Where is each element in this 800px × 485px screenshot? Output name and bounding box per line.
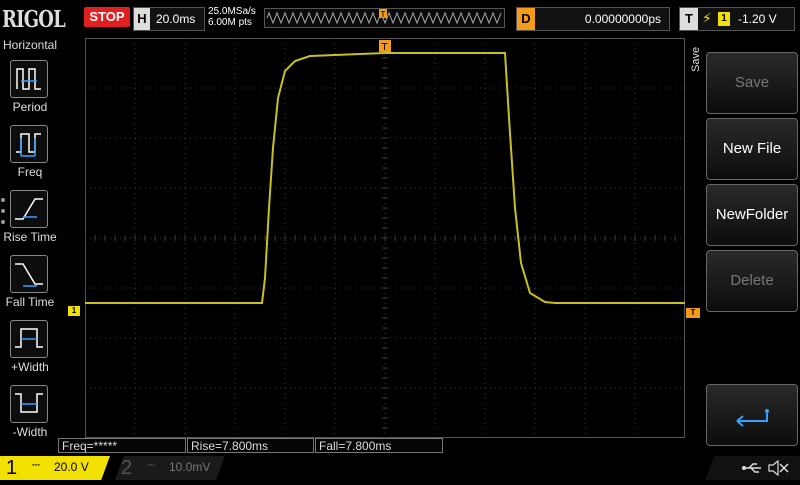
- positive-width-label: +Width: [11, 360, 49, 374]
- measurement-fall: Fall=7.800ms: [315, 438, 443, 453]
- new-folder-button[interactable]: NewFolder: [706, 184, 798, 246]
- menu-page-indicator: [1, 198, 7, 231]
- delay-display[interactable]: D 0.00000000ps: [516, 7, 670, 31]
- save-button[interactable]: Save: [706, 52, 798, 114]
- rise-time-icon: [10, 190, 48, 228]
- channel1-status[interactable]: 1 ⎓ 20.0 V: [0, 456, 110, 480]
- menu-title: Horizontal: [2, 38, 58, 52]
- rise-time-label: Rise Time: [3, 230, 57, 244]
- channel2-status[interactable]: 2 ⎓ 10.0mV: [115, 456, 225, 480]
- graticule: T: [84, 37, 686, 439]
- fall-time-label: Fall Time: [5, 295, 55, 309]
- frequency-icon: [10, 125, 48, 163]
- usb-icon: [742, 463, 761, 473]
- save-menu: Save Save New File NewFolder Delete: [690, 36, 800, 456]
- waveform-overview-icon: T: [266, 9, 502, 25]
- measure-frequency[interactable]: Freq: [0, 125, 60, 187]
- period-label: Period: [12, 100, 48, 114]
- new-file-button[interactable]: New File: [706, 118, 798, 180]
- negative-width-icon: [10, 385, 48, 423]
- delay-label: D: [517, 8, 535, 30]
- run-stop-indicator[interactable]: STOP: [84, 7, 130, 27]
- sample-rate: 25.0MSa/s: [208, 6, 256, 17]
- trigger-label: T: [680, 8, 698, 30]
- frequency-label: Freq: [17, 165, 43, 179]
- channel1-number: 1: [6, 457, 18, 479]
- trigger-source: 1: [718, 12, 730, 26]
- channel2-number: 2: [121, 457, 133, 479]
- trigger-level: -1.20 V: [738, 12, 777, 26]
- measurement-frequency: Freq=*****: [58, 438, 186, 453]
- system-status-icons: [705, 456, 800, 480]
- negative-width-label: -Width: [12, 425, 48, 439]
- measure-rise-time[interactable]: Rise Time: [0, 190, 60, 252]
- horizontal-label: H: [134, 8, 150, 30]
- speaker-muted-icon: [768, 459, 789, 477]
- measure-period[interactable]: Period: [0, 60, 60, 122]
- return-arrow-icon: [736, 409, 769, 427]
- measure-negative-width[interactable]: -Width: [0, 385, 60, 447]
- horizontal-timebase[interactable]: H 20.0ms: [133, 7, 205, 31]
- horizontal-measure-menu: Horizontal Period Freq Rise Time Fall Ti…: [0, 36, 60, 456]
- overview-trigger-label: T: [380, 10, 386, 19]
- memory-depth: 6.00M pts: [208, 17, 252, 28]
- trigger-position-label: T: [381, 42, 389, 53]
- measurement-rise: Rise=7.800ms: [187, 438, 314, 453]
- rising-edge-icon: ⚡: [702, 10, 712, 26]
- positive-width-icon: [10, 320, 48, 358]
- channel2-scale: 10.0mV: [169, 460, 211, 474]
- dc-coupling-icon: ⎓: [147, 460, 155, 471]
- trigger-position-bar: T: [264, 8, 505, 28]
- measure-fall-time[interactable]: Fall Time: [0, 255, 60, 317]
- measure-positive-width[interactable]: +Width: [0, 320, 60, 382]
- channel1-scale: 20.0 V: [54, 460, 89, 474]
- channel1-offset-marker[interactable]: 1: [68, 306, 80, 316]
- trigger-level-marker[interactable]: T: [686, 308, 700, 318]
- dc-coupling-icon: ⎓: [32, 460, 40, 471]
- brand-logo: RIGOL: [2, 6, 66, 33]
- acquisition-info: 25.0MSa/s 6.00M pts: [208, 6, 268, 28]
- delete-button[interactable]: Delete: [706, 250, 798, 312]
- timebase-value: 20.0ms: [156, 12, 196, 26]
- waveform-display: T: [84, 37, 686, 439]
- delay-value: 0.00000000ps: [584, 12, 661, 26]
- period-icon: [10, 60, 48, 98]
- fall-time-icon: [10, 255, 48, 293]
- save-menu-title: Save: [690, 46, 702, 72]
- return-button[interactable]: [706, 384, 798, 446]
- trigger-display[interactable]: T ⚡ 1 -1.20 V: [679, 7, 795, 31]
